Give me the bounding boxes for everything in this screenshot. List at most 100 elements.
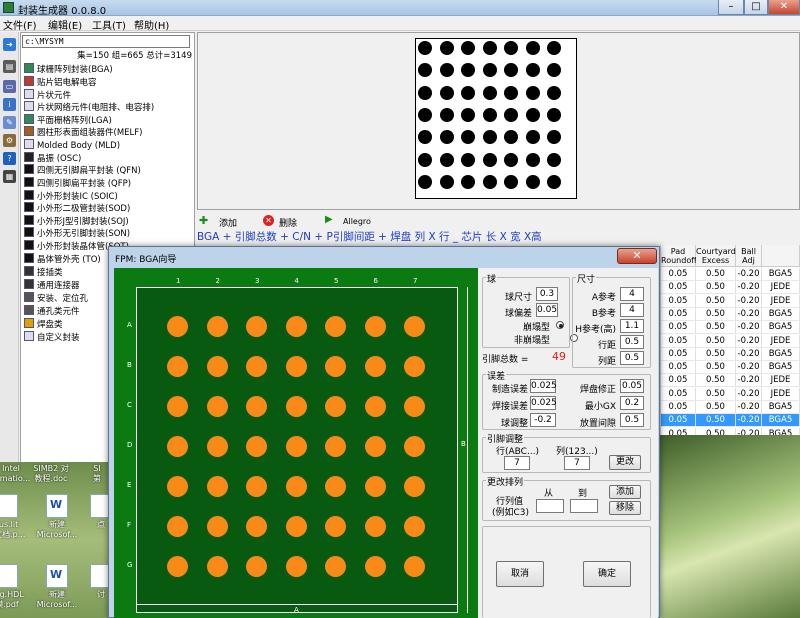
table-cell[interactable]: BGA5	[762, 307, 800, 321]
dialog-close-button[interactable]: ✕	[617, 248, 657, 264]
table-cell[interactable]: JEDE	[762, 334, 800, 348]
change-button[interactable]: 更改	[609, 455, 641, 470]
weld-tol-input[interactable]: 0.025	[530, 396, 557, 410]
desktop-icon[interactable]: W 新建 Microsof...	[34, 564, 80, 610]
bga-pad[interactable]	[285, 396, 307, 417]
bga-pad[interactable]	[364, 396, 386, 417]
to-input[interactable]	[570, 499, 598, 513]
menu-edit[interactable]: 编辑(E)	[48, 17, 82, 32]
tree-item[interactable]: 小外形无引脚封装(SON)	[24, 227, 130, 239]
bga-pad[interactable]	[325, 476, 346, 497]
row-pitch-input[interactable]: 0.5	[620, 335, 644, 349]
ball-size-input[interactable]: 0.3	[536, 287, 558, 301]
table-cell[interactable]: 0.05	[661, 374, 696, 388]
table-cell[interactable]: -0.20	[736, 268, 762, 281]
table-cell[interactable]: BGA5	[762, 361, 800, 375]
tree-item[interactable]: 接插类	[24, 266, 63, 278]
maximize-button[interactable]: □	[744, 0, 768, 15]
bga-pad[interactable]	[167, 356, 188, 377]
table-cell[interactable]: 0.05	[661, 307, 696, 321]
column-header[interactable]: Pad Roundoff	[661, 245, 697, 267]
disk-icon[interactable]: ▤	[3, 60, 16, 73]
bga-pad[interactable]	[206, 516, 228, 537]
bga-pad[interactable]	[246, 396, 267, 417]
tree-item[interactable]: 晶振 (OSC)	[24, 152, 81, 164]
table-cell[interactable]: 0.50	[696, 268, 736, 281]
table-cell[interactable]: 0.50	[696, 347, 736, 361]
chip-icon[interactable]: ▦	[3, 170, 16, 183]
table-cell[interactable]: BGA5	[762, 401, 800, 414]
bga-pad[interactable]	[325, 516, 346, 537]
b-ref-input[interactable]: 4	[620, 303, 644, 317]
bga-pad[interactable]	[285, 556, 307, 577]
ball-adjust-input[interactable]: -0.2	[530, 413, 556, 427]
bga-pad[interactable]	[285, 316, 307, 337]
row-count-input[interactable]: 7	[504, 456, 530, 470]
a-ref-input[interactable]: 4	[620, 287, 644, 301]
table-cell[interactable]: 0.05	[661, 347, 696, 361]
table-cell[interactable]: 0.05	[661, 268, 696, 281]
tree-item[interactable]: 片状网络元件(电阻排、电容排)	[24, 101, 154, 113]
table-cell[interactable]: 0.50	[696, 401, 736, 414]
bga-pad[interactable]	[167, 476, 188, 497]
table-cell[interactable]: -0.20	[736, 307, 762, 321]
tree-item[interactable]: 球栅阵列封装(BGA)	[24, 63, 113, 75]
tree-item[interactable]: 安装、定位孔	[24, 292, 88, 304]
col-count-input[interactable]: 7	[564, 456, 590, 470]
desktop-icon[interactable]: W 新建 Microsof...	[34, 494, 80, 540]
table-cell[interactable]: 0.05	[661, 281, 696, 295]
h-ref-input[interactable]: 1.1	[620, 319, 644, 333]
cancel-button[interactable]: 取消	[496, 561, 544, 587]
table-cell[interactable]: JEDE	[762, 281, 800, 295]
tools-icon[interactable]: ✎	[3, 116, 16, 129]
bga-pad[interactable]	[206, 356, 228, 377]
bga-pad[interactable]	[285, 476, 307, 497]
tree-item[interactable]: 通孔类元件	[24, 305, 80, 317]
desktop-icon[interactable]: tus.litri文档.p...	[0, 494, 30, 540]
table-cell[interactable]: 0.50	[696, 361, 736, 375]
table-cell[interactable]: BGA5	[762, 414, 800, 428]
table-cell[interactable]: BGA5	[762, 321, 800, 335]
tree-item[interactable]: 四侧引脚扁平封装 (QFP)	[24, 177, 131, 189]
table-cell[interactable]: 0.05	[661, 361, 696, 375]
bga-pad[interactable]	[364, 356, 386, 377]
table-cell[interactable]: 0.05	[661, 387, 696, 401]
bga-pad[interactable]	[246, 556, 267, 577]
bga-pad[interactable]	[285, 436, 307, 457]
bga-pad[interactable]	[246, 356, 267, 377]
bga-pad[interactable]	[364, 556, 386, 577]
bga-pad[interactable]	[364, 516, 386, 537]
tree-item[interactable]: 通用连接器	[24, 279, 80, 291]
table-cell[interactable]: JEDE	[762, 374, 800, 388]
table-cell[interactable]: BGA5	[762, 268, 800, 281]
table-cell[interactable]: -0.20	[736, 294, 762, 308]
bga-pad[interactable]	[325, 356, 346, 377]
mfg-tol-input[interactable]: 0.025	[530, 379, 557, 393]
bga-pad[interactable]	[167, 516, 188, 537]
column-header[interactable]: Courtyard Excess	[696, 245, 736, 267]
path-field[interactable]: c:\MYSYM	[22, 35, 190, 48]
bga-pad[interactable]	[364, 436, 386, 457]
settings-icon[interactable]: ⚙	[3, 134, 16, 147]
placement-gap-input[interactable]: 0.5	[620, 413, 644, 427]
tree-item[interactable]: 平面栅格阵列(LGA)	[24, 114, 112, 126]
delete-button[interactable]: 删除	[279, 216, 297, 229]
table-cell[interactable]: 0.50	[696, 281, 736, 295]
tree-item[interactable]: 晶体管外壳 (TO)	[24, 253, 101, 265]
table-cell[interactable]: 0.05	[661, 321, 696, 335]
tree-item[interactable]: 片状元件	[24, 89, 71, 101]
table-cell[interactable]: -0.20	[736, 361, 762, 375]
help-icon[interactable]: ?	[3, 152, 16, 165]
table-cell[interactable]: -0.20	[736, 347, 762, 361]
tree-item[interactable]: Molded Body (MLD)	[24, 139, 120, 151]
tree-item[interactable]: 贴片铝电解电容	[24, 76, 97, 88]
add-row-button[interactable]: 添加	[609, 485, 641, 499]
bga-pad[interactable]	[246, 516, 267, 537]
min-gx-input[interactable]: 0.2	[620, 396, 644, 410]
bga-pad[interactable]	[167, 436, 188, 457]
add-button[interactable]: 添加	[219, 216, 237, 229]
table-cell[interactable]: -0.20	[736, 414, 762, 428]
table-cell[interactable]: -0.20	[736, 401, 762, 414]
tree-item[interactable]: 圆柱形表面组装器件(MELF)	[24, 126, 142, 138]
column-header[interactable]: Ball Adj	[736, 245, 762, 267]
